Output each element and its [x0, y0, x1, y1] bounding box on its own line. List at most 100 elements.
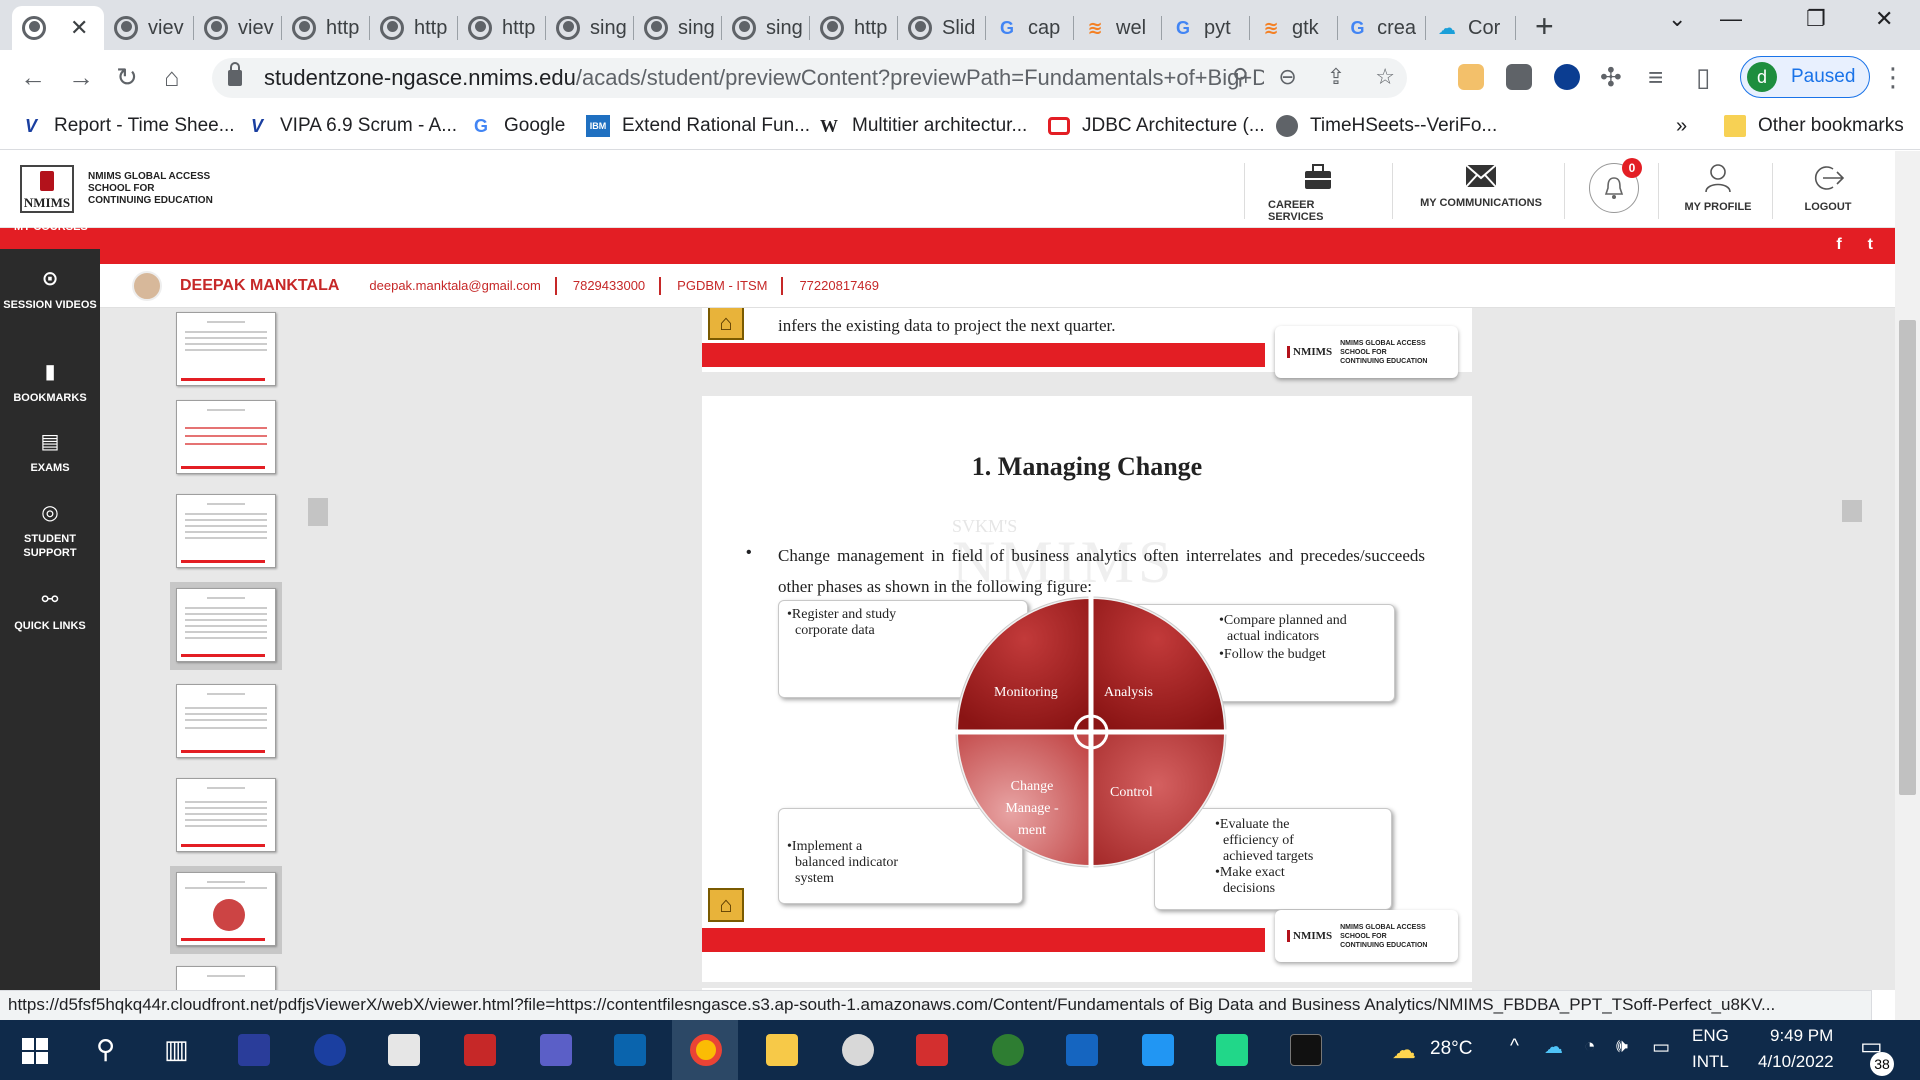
slide-thumbnail[interactable]	[176, 400, 276, 474]
clock-date[interactable]: 4/10/2022	[1758, 1052, 1834, 1072]
bookmark-item[interactable]: TimeHSeets--VeriFo...	[1276, 115, 1497, 137]
nmims-logo[interactable]: NMIMS NMIMS GLOBAL ACCESS SCHOOL FOR CON…	[20, 165, 218, 213]
tab[interactable]: ☁ Cor	[1426, 6, 1516, 50]
notifications-button[interactable]: 0	[1586, 158, 1642, 213]
app-icon[interactable]	[238, 1034, 270, 1066]
share-icon[interactable]: ⇪	[1327, 64, 1345, 90]
wifi-icon[interactable]: ◔	[1584, 1036, 1595, 1058]
thumbnail-scroll-handle[interactable]	[308, 498, 328, 526]
weather-temp[interactable]: 28°C	[1430, 1038, 1472, 1060]
profile-button[interactable]: d Paused	[1740, 56, 1870, 98]
bookmark-item[interactable]: JDBC Architecture (...	[1048, 115, 1265, 137]
back-button[interactable]: ←	[20, 62, 46, 93]
photos-icon[interactable]	[1142, 1034, 1174, 1066]
tray-chevron-icon[interactable]: ^	[1510, 1036, 1519, 1058]
close-tab-icon[interactable]: ✕	[70, 15, 88, 41]
my-profile-link[interactable]: MY PROFILE	[1680, 163, 1756, 213]
battery-icon[interactable]: ▭	[1652, 1036, 1670, 1059]
slide-thumbnail[interactable]	[176, 312, 276, 386]
tab[interactable]: viev	[194, 6, 282, 50]
home-icon[interactable]: ⌂	[708, 888, 744, 922]
weather-icon[interactable]: ☁	[1392, 1036, 1416, 1065]
sidebar-item-student-support[interactable]: ◎ STUDENT SUPPORT	[0, 502, 100, 560]
address-bar[interactable]: studentzone-ngasce.nmims.edu/acads/stude…	[212, 58, 1407, 98]
my-courses-link[interactable]: MY COURSES	[14, 221, 88, 233]
app-icon[interactable]	[992, 1034, 1024, 1066]
windows-start-icon[interactable]	[22, 1038, 48, 1064]
app-icon[interactable]	[314, 1034, 346, 1066]
tab[interactable]: sing	[546, 6, 634, 50]
bookmark-item[interactable]: G Google	[470, 115, 565, 137]
career-services-link[interactable]: CAREER SERVICES	[1268, 163, 1368, 223]
tab[interactable]: sing	[634, 6, 722, 50]
reload-button[interactable]: ↻	[116, 62, 138, 93]
more-bookmarks-button[interactable]: »	[1676, 115, 1687, 138]
language-secondary[interactable]: INTL	[1692, 1052, 1729, 1072]
bookmark-item[interactable]: V VIPA 6.9 Scrum - A...	[246, 115, 457, 137]
sidebar-item-bookmarks[interactable]: ▮ BOOKMARKS	[0, 361, 100, 405]
search-icon[interactable]: ⚲	[96, 1034, 115, 1065]
sidebar-item-quick-links[interactable]: ⚯ QUICK LINKS	[0, 589, 100, 633]
other-bookmarks[interactable]: Other bookmarks	[1724, 115, 1904, 137]
tab[interactable]: ≋ gtk	[1250, 6, 1338, 50]
extension-icon[interactable]	[1554, 64, 1580, 90]
app-icon[interactable]	[388, 1034, 420, 1066]
tab[interactable]: viev	[104, 6, 194, 50]
word-icon[interactable]	[1066, 1034, 1098, 1066]
tab[interactable]: Gcap	[986, 6, 1074, 50]
chrome-icon[interactable]	[690, 1034, 722, 1066]
page-scrollbar-thumb[interactable]	[1899, 320, 1916, 795]
clock-time[interactable]: 9:49 PM	[1770, 1026, 1833, 1046]
tab[interactable]: http	[458, 6, 546, 50]
new-tab-button[interactable]: +	[1535, 8, 1554, 45]
bookmark-item[interactable]: IBM Extend Rational Fun...	[586, 115, 810, 137]
my-communications-link[interactable]: MY COMMUNICATIONS	[1416, 163, 1546, 209]
extension-icon[interactable]	[1458, 64, 1484, 90]
slide-thumbnail[interactable]	[176, 778, 276, 852]
viewer-scroll-handle[interactable]	[1842, 500, 1862, 522]
tab-active[interactable]: ✕	[12, 6, 104, 50]
language-primary[interactable]: ENG	[1692, 1026, 1729, 1046]
restore-button[interactable]: ❐	[1806, 6, 1826, 32]
bookmark-star-icon[interactable]: ☆	[1375, 64, 1395, 90]
bookmark-item[interactable]: W Multitier architectur...	[818, 115, 1027, 137]
tab[interactable]: Slid	[898, 6, 986, 50]
file-explorer-icon[interactable]	[766, 1034, 798, 1066]
app-icon[interactable]	[842, 1034, 874, 1066]
location-icon[interactable]: ⚲	[1232, 64, 1248, 90]
minimize-button[interactable]: —	[1720, 6, 1742, 32]
task-view-icon[interactable]: ▥	[164, 1034, 189, 1065]
url-text[interactable]: studentzone-ngasce.nmims.edu/acads/stude…	[264, 65, 1264, 91]
extensions-puzzle-icon[interactable]: ✣	[1600, 62, 1622, 93]
onedrive-icon[interactable]: ☁	[1544, 1036, 1563, 1059]
facebook-icon[interactable]: f	[1836, 236, 1841, 254]
logout-link[interactable]: LOGOUT	[1790, 163, 1866, 213]
tab[interactable]: http	[810, 6, 898, 50]
twitter-icon[interactable]: t	[1868, 236, 1873, 254]
slide-thumbnail[interactable]	[176, 684, 276, 758]
slide-thumbnail-current[interactable]	[176, 872, 276, 946]
terminal-icon[interactable]	[1290, 1034, 1322, 1066]
forward-button[interactable]: →	[68, 62, 94, 93]
home-icon[interactable]: ⌂	[708, 308, 744, 340]
tab[interactable]: sing	[722, 6, 810, 50]
close-window-button[interactable]: ✕	[1875, 6, 1893, 32]
side-panel-icon[interactable]: ▯	[1696, 62, 1710, 93]
tab[interactable]: http	[282, 6, 370, 50]
menu-kebab-icon[interactable]: ⋮	[1880, 62, 1906, 93]
tab[interactable]: http	[370, 6, 458, 50]
thumbnail-pane[interactable]	[100, 308, 328, 990]
sidebar-item-session-videos[interactable]: ⊙ SESSION VIDEOS	[0, 268, 100, 312]
tab[interactable]: ≋ wel	[1074, 6, 1162, 50]
zoom-icon[interactable]: ⊖	[1278, 64, 1296, 90]
bookmark-item[interactable]: V Report - Time Shee...	[20, 115, 235, 137]
slide-thumbnail[interactable]	[176, 494, 276, 568]
teams-icon[interactable]	[540, 1034, 572, 1066]
slide-thumbnail[interactable]	[176, 588, 276, 662]
volume-icon[interactable]: 🕪	[1616, 1036, 1628, 1058]
pycharm-icon[interactable]	[1216, 1034, 1248, 1066]
outlook-icon[interactable]	[614, 1034, 646, 1066]
tab[interactable]: Gpyt	[1162, 6, 1250, 50]
tab[interactable]: Gcrea	[1338, 6, 1426, 50]
slide-thumbnail[interactable]	[176, 966, 276, 990]
